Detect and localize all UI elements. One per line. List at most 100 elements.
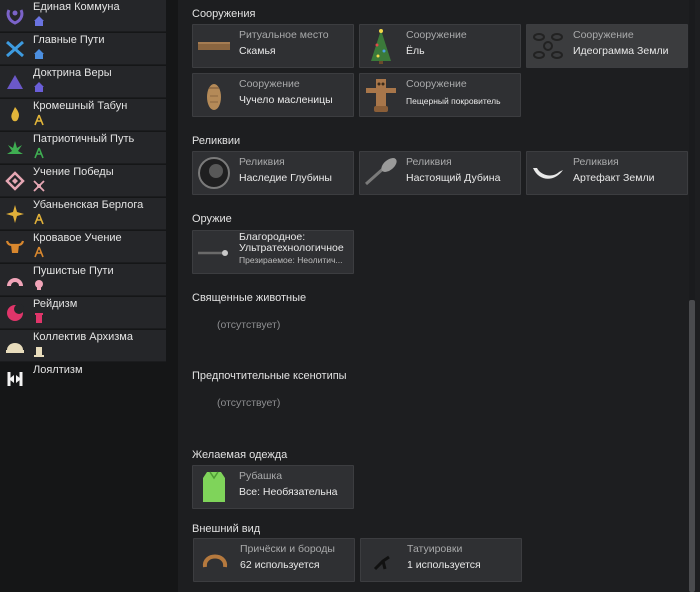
relic-card-depth-legacy[interactable]: Реликвия Наследие Глубины bbox=[192, 151, 354, 195]
sidebar-item-fluffy-paths[interactable]: Пушистые Пути bbox=[0, 264, 166, 296]
house-icon bbox=[34, 82, 44, 92]
sidebar-item-loyaltism[interactable]: Лоялтизм bbox=[0, 363, 166, 395]
sidebar-item-doctrine-of-faith[interactable]: Доктрина Веры bbox=[0, 66, 166, 98]
star-cross-icon bbox=[6, 205, 24, 223]
card-name: Чучело масленицы bbox=[239, 94, 333, 106]
appearance-card-tattoos[interactable]: Татуировки 1 используется bbox=[360, 538, 522, 582]
building-card-tree[interactable]: Сооружение Ёль bbox=[359, 24, 521, 68]
section-title-appearance: Внешний вид bbox=[192, 523, 261, 535]
pillar-icon bbox=[34, 347, 44, 357]
sidebar-item-pitch-black-herd[interactable]: Кромешный Табун bbox=[0, 99, 166, 131]
sidebar-item-unified-commune[interactable]: Единая Коммуна bbox=[0, 0, 166, 32]
section-title-xenotypes: Предпочтительные ксенотипы bbox=[192, 370, 347, 382]
flame-icon bbox=[11, 107, 19, 122]
sidebar-item-label: Пушистые Пути bbox=[33, 265, 114, 277]
moon-icon bbox=[7, 304, 24, 321]
card-name: Настоящий Дубина bbox=[406, 172, 501, 184]
horn-icon bbox=[533, 168, 563, 179]
card-name: Ёль bbox=[406, 45, 425, 57]
orb-icon bbox=[198, 157, 230, 189]
compass-icon bbox=[34, 114, 44, 126]
bench-icon bbox=[198, 42, 230, 50]
card-type: Сооружение bbox=[406, 78, 467, 90]
sidebar-item-label: Рейдизм bbox=[33, 298, 78, 310]
xenotypes-empty: (отсутствует) bbox=[217, 397, 281, 409]
tattoo-icon bbox=[373, 555, 390, 571]
section-title-buildings: Сооружения bbox=[192, 8, 256, 20]
sidebar-item-archism-collective[interactable]: Коллектив Архизма bbox=[0, 330, 166, 362]
card-type: Реликвия bbox=[406, 156, 452, 168]
card-name: Артефакт Земли bbox=[573, 172, 655, 184]
card-type: Сооружение bbox=[406, 29, 467, 41]
sidebar-item-label: Кровавое Учение bbox=[33, 232, 122, 244]
hair-icon bbox=[203, 554, 227, 568]
compass-icon bbox=[34, 246, 44, 258]
leaf-icon bbox=[7, 141, 23, 154]
sidebar-item-label: Коллектив Архизма bbox=[33, 331, 133, 343]
shirt-icon bbox=[203, 471, 225, 502]
card-name: Пещерный покровитель bbox=[406, 96, 501, 106]
sidebar-item-label: Единая Коммуна bbox=[33, 1, 120, 13]
card-name: Наследие Глубины bbox=[239, 172, 332, 184]
compass-icon bbox=[34, 213, 44, 225]
sidebar-item-label: Патриотичный Путь bbox=[33, 133, 135, 145]
sidebar-item-label: Учение Победы bbox=[33, 166, 114, 178]
ideoligion-list: Единая Коммуна Главные Пути Доктрина Вер… bbox=[0, 0, 166, 592]
scrollbar-thumb[interactable] bbox=[689, 300, 695, 592]
weapon-card[interactable]: Благородное: Ультратехнологичное Презира… bbox=[192, 230, 354, 274]
building-card-cave-patron[interactable]: Сооружение Пещерный покровитель bbox=[359, 73, 521, 117]
section-title-sacred-animals: Священные животные bbox=[192, 292, 307, 304]
banner-icon bbox=[7, 372, 23, 386]
sidebar-item-teaching-of-victory[interactable]: Учение Победы bbox=[0, 165, 166, 197]
sidebar-item-raidism[interactable]: Рейдизм bbox=[0, 297, 166, 329]
triangle-icon bbox=[7, 75, 23, 89]
weapon-preferred: Благородное: Ультратехнологичное bbox=[239, 232, 344, 254]
sidebar-divider bbox=[166, 0, 178, 592]
sidebar-item-main-paths[interactable]: Главные Пути bbox=[0, 33, 166, 65]
sidebar-item-ubanyen-den[interactable]: Убаньенская Берлога bbox=[0, 198, 166, 230]
building-card-bench[interactable]: Ритуальное место Скамья bbox=[192, 24, 354, 68]
wreath-icon bbox=[6, 9, 24, 25]
sidebar-item-label: Доктрина Веры bbox=[33, 67, 112, 79]
relic-card-true-club[interactable]: Реликвия Настоящий Дубина bbox=[359, 151, 521, 195]
totem-icon bbox=[366, 79, 396, 112]
card-name: Идеограмма Земли bbox=[573, 45, 669, 57]
card-type: Татуировки bbox=[407, 543, 463, 555]
club-icon bbox=[365, 158, 397, 186]
staff-icon bbox=[198, 250, 228, 256]
sidebar-item-label: Главные Пути bbox=[33, 34, 105, 46]
diamond-icon bbox=[5, 171, 25, 191]
card-type: Сооружение bbox=[239, 78, 300, 90]
effigy-icon bbox=[207, 84, 221, 110]
section-title-relics: Реликвии bbox=[192, 135, 241, 147]
house-icon bbox=[34, 49, 44, 59]
sidebar-item-label: Кромешный Табун bbox=[33, 100, 128, 112]
card-name: 62 используется bbox=[240, 559, 320, 571]
compass-icon bbox=[34, 147, 44, 159]
section-title-apparel: Желаемая одежда bbox=[192, 449, 288, 461]
card-type: Ритуальное место bbox=[239, 29, 329, 41]
ideogram-icon bbox=[533, 33, 563, 59]
card-type: Рубашка bbox=[239, 470, 283, 482]
dome-icon bbox=[6, 343, 24, 353]
sidebar-item-label: Убаньенская Берлога bbox=[33, 199, 144, 211]
christmas-tree-icon bbox=[371, 29, 391, 64]
weapon-despised: Презираемое: Неолитич... bbox=[239, 255, 343, 265]
building-card-effigy[interactable]: Сооружение Чучело масленицы bbox=[192, 73, 354, 117]
house-icon bbox=[34, 16, 44, 26]
sidebar-item-patriotic-path[interactable]: Патриотичный Путь bbox=[0, 132, 166, 164]
card-type: Реликвия bbox=[239, 156, 285, 168]
sidebar-item-bloody-teaching[interactable]: Кровавое Учение bbox=[0, 231, 166, 263]
sacred-animals-empty: (отсутствует) bbox=[217, 319, 281, 331]
crossed-swords-icon bbox=[33, 180, 45, 192]
apparel-card-shirt[interactable]: Рубашка Все: Необязательна bbox=[192, 465, 354, 509]
crossed-arrows-icon bbox=[6, 40, 24, 58]
card-type: Причёски и бороды bbox=[240, 543, 335, 555]
building-card-ideogram[interactable]: Сооружение Идеограмма Земли bbox=[526, 24, 688, 68]
fan-icon bbox=[7, 278, 23, 286]
appearance-card-hair[interactable]: Причёски и бороды 62 используется bbox=[193, 538, 355, 582]
skull-icon bbox=[35, 280, 43, 290]
card-name: 1 используется bbox=[407, 559, 481, 571]
relic-card-earth-artifact[interactable]: Реликвия Артефакт Земли bbox=[526, 151, 688, 195]
tower-icon bbox=[35, 313, 43, 323]
